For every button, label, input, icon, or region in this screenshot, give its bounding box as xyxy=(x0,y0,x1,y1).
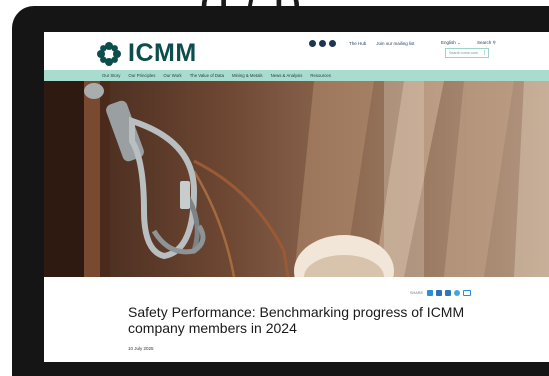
icmm-logo-icon xyxy=(97,41,121,66)
share-bar: SHARE xyxy=(410,290,474,296)
site-logo[interactable]: ICMM xyxy=(96,39,197,68)
twitter-icon[interactable] xyxy=(427,290,434,296)
nav-item-our-principles[interactable]: Our Principles xyxy=(128,73,155,78)
nav-item-our-work[interactable]: Our Work xyxy=(163,73,181,78)
search-label: Search xyxy=(477,40,492,45)
email-icon[interactable] xyxy=(463,290,472,296)
nav-item-mining-metals[interactable]: Mining & Metals xyxy=(232,73,263,78)
search-input[interactable]: Search icmm.com | xyxy=(445,48,489,58)
main-nav: Our Story Our Principles Our Work The Va… xyxy=(44,70,549,81)
linkedin-icon[interactable] xyxy=(445,290,452,296)
search-cursor: | xyxy=(483,50,485,56)
language-selector[interactable]: English ⌄ xyxy=(441,40,461,46)
hero-photo-carabiner xyxy=(44,81,549,277)
search-icon: ⚲ xyxy=(492,40,496,45)
utility-bar: The Hub Join our mailing list xyxy=(309,40,415,47)
chevron-down-icon: ⌄ xyxy=(457,40,461,45)
whatsapp-icon[interactable] xyxy=(454,290,461,296)
nav-item-value-of-data[interactable]: The Value of Data xyxy=(190,73,224,78)
facebook-icon[interactable] xyxy=(436,290,443,296)
hero-image xyxy=(44,81,549,277)
twitter-icon[interactable] xyxy=(319,40,326,47)
logo-text: ICMM xyxy=(128,39,197,67)
browser-screen: ICMM The Hub Join our mailing list Engli… xyxy=(44,32,549,362)
mailing-list-link[interactable]: Join our mailing list xyxy=(376,41,414,46)
search-placeholder: Search icmm.com xyxy=(449,51,478,55)
search-toggle[interactable]: Search ⚲ xyxy=(477,40,496,46)
article-date: 10 July 2025 xyxy=(128,346,154,351)
language-label: English xyxy=(441,40,456,45)
nav-item-resources[interactable]: Resources xyxy=(310,73,331,78)
the-hub-link[interactable]: The Hub xyxy=(349,41,366,46)
article-title: Safety Performance: Benchmarking progres… xyxy=(128,304,465,336)
nav-item-our-story[interactable]: Our Story xyxy=(102,73,120,78)
nav-item-news-analysis[interactable]: News & Analysis xyxy=(271,73,303,78)
youtube-icon[interactable] xyxy=(329,40,336,47)
laptop-frame: ICMM The Hub Join our mailing list Engli… xyxy=(12,6,549,376)
share-label: SHARE xyxy=(410,291,424,295)
site-header: ICMM The Hub Join our mailing list Engli… xyxy=(44,32,549,70)
linkedin-icon[interactable] xyxy=(309,40,316,47)
